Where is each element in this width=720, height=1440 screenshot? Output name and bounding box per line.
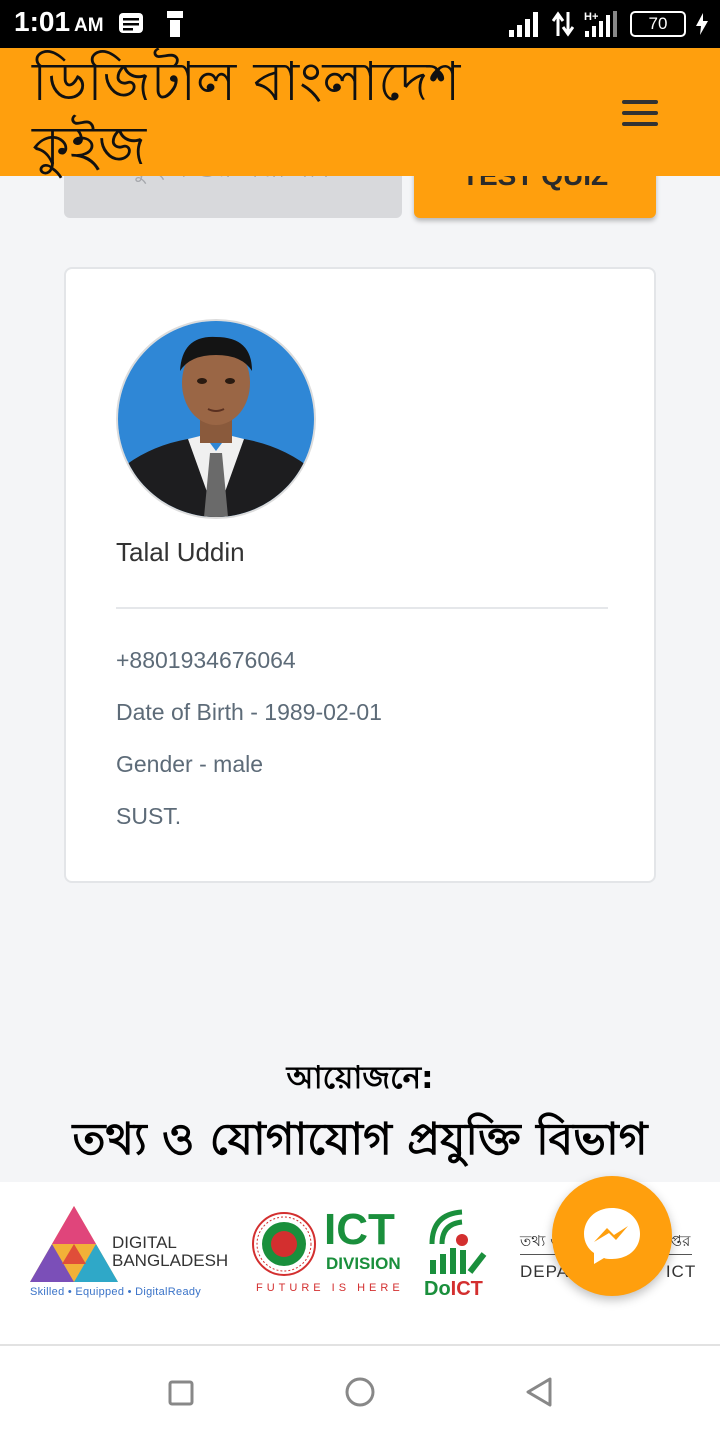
avatar-photo <box>118 321 314 517</box>
svg-text:H+: H+ <box>584 11 598 23</box>
digital-bangladesh-line2: BANGLADESH <box>112 1251 229 1270</box>
site-title[interactable]: ডিজিটাল বাংলাদেশ কুইজ <box>32 50 552 178</box>
hplus-signal-icon: H+ <box>584 11 617 37</box>
messenger-chat-button[interactable] <box>552 1176 672 1296</box>
ict-division-tagline: FUTURE IS HERE <box>256 1282 404 1294</box>
profile-dob: Date of Birth - 1989-02-01 <box>116 699 382 725</box>
flashlight-icon <box>167 11 183 37</box>
organizer-label: আয়োজনে: <box>286 1060 434 1096</box>
battery-indicator: 70 <box>630 11 686 37</box>
organizer-name: তথ্য ও যোগাযোগ প্রযুক্তি বিভাগ <box>72 1114 648 1165</box>
profile-name: Talal Uddin <box>116 537 245 567</box>
message-notification-icon <box>119 13 143 33</box>
profile-card: Talal Uddin +8801934676064 Date of Birth… <box>64 267 656 883</box>
profile-institution: SUST. <box>116 803 182 829</box>
status-bar: 1:01 AM H+ 70 <box>0 0 720 48</box>
doict-do: Do <box>424 1278 451 1300</box>
status-time: 1:01 AM <box>14 6 104 38</box>
profile-divider <box>116 607 608 609</box>
profile-avatar <box>116 319 316 519</box>
status-time-value: 1:01 <box>14 6 71 37</box>
hamburger-menu-icon[interactable] <box>616 96 664 130</box>
signal-icon <box>509 12 538 37</box>
doict-wifi-icon <box>429 1209 487 1274</box>
triangle-back-icon[interactable] <box>524 1376 554 1408</box>
battery-level: 70 <box>648 14 668 33</box>
digital-bangladesh-line1: DIGITAL <box>112 1233 177 1252</box>
government-seal-icon <box>252 1212 316 1276</box>
digital-bangladesh-name: DIGITAL BANGLADESH <box>112 1234 228 1270</box>
department-bottom-right: ICT <box>665 1262 697 1281</box>
ict-division-small: DIVISION <box>326 1254 401 1273</box>
doict-label: DoICT <box>424 1278 483 1301</box>
messenger-icon <box>584 1208 640 1264</box>
doict-ict: ICT <box>450 1278 483 1300</box>
profile-gender: Gender - male <box>116 751 264 777</box>
data-transfer-icon <box>552 11 574 37</box>
square-recents-icon[interactable] <box>168 1380 194 1406</box>
digital-bangladesh-tagline: Skilled • Equipped • DigitalReady <box>30 1286 202 1298</box>
digital-bangladesh-logo-icon <box>30 1206 118 1282</box>
system-nav-bar <box>0 1346 720 1440</box>
ict-division-big: ICT <box>324 1205 395 1254</box>
app-header: ডিজিটাল বাংলাদেশ কুইজ <box>0 48 720 178</box>
circle-home-icon[interactable] <box>344 1376 376 1408</box>
profile-phone: +8801934676064 <box>116 647 296 673</box>
charging-bolt-icon <box>696 13 708 35</box>
status-time-ampm: AM <box>74 15 104 36</box>
